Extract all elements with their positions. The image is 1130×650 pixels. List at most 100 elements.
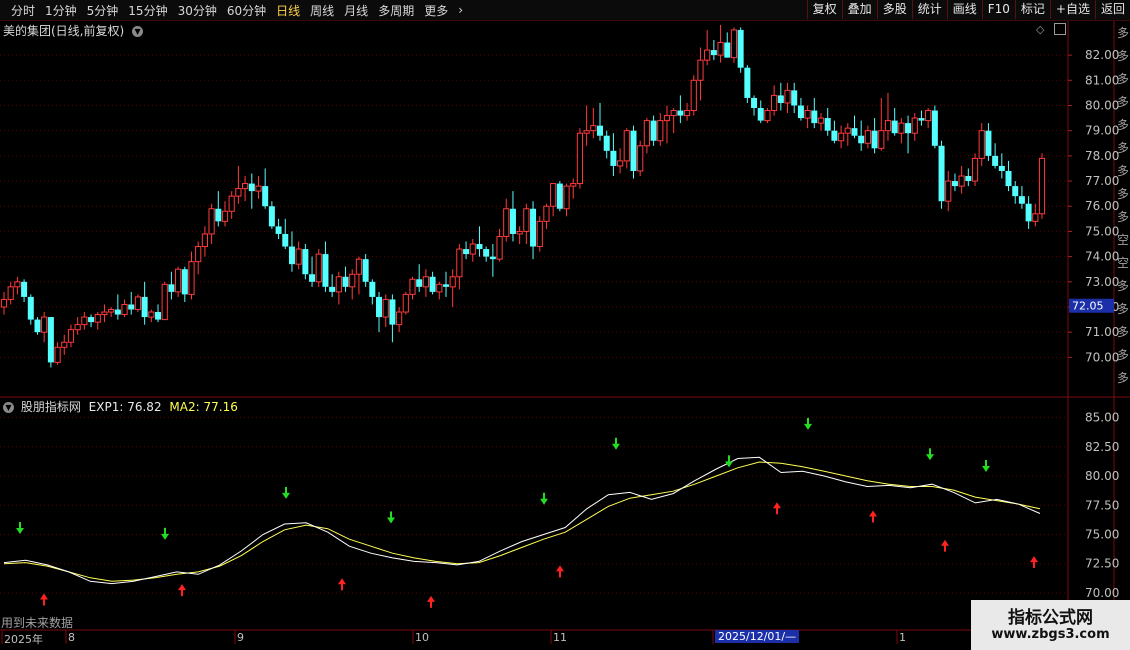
candle [878,97,885,151]
candle [188,251,195,300]
price-tick-label: 73.00 [1085,275,1119,289]
candle [61,334,68,355]
candle [369,279,376,305]
candle [483,246,490,262]
period-tab-4[interactable]: 30分钟 [173,2,222,19]
chart-canvas: 82.00 81.00 80.00 79.00 78.00 77.00 76.00 75.00… [0,20,1130,644]
candle [476,226,483,257]
sell-arrow-icon [926,448,934,461]
candle [181,266,188,302]
toolbar-button-2[interactable]: 多股 [876,0,912,19]
site-watermark: 指标公式网 www.zbgs3.com [971,600,1130,650]
candle [617,148,624,174]
sell-arrow-icon [725,455,733,468]
side-signal-column: 多多多多多多多多多空空多多多多多多多多多 [1117,26,1130,385]
candle [262,168,269,209]
candle [503,198,510,242]
period-tab-7[interactable]: 周线 [305,2,339,19]
price-tick-label: 78.00 [1085,149,1119,163]
price-tick-label: 82.00 [1085,48,1119,62]
price-tick-label: 77.00 [1085,174,1119,188]
candle [677,95,684,124]
candle [355,256,363,295]
sell-arrow-icon [540,492,548,505]
toolbar-button-4[interactable]: 画线 [946,0,982,19]
indicator-tick-label: 77.50 [1085,498,1119,512]
candle [1032,203,1039,227]
candle [376,291,383,333]
candle [47,317,54,368]
toolbar-button-8[interactable]: 返回 [1094,0,1130,19]
candle [603,130,610,159]
candle [576,128,584,189]
sell-arrow-icon [982,460,990,473]
candle [663,105,671,144]
toolbar-button-5[interactable]: F10 [981,0,1015,19]
candle [556,181,563,212]
chevron-right-icon[interactable]: › [453,3,468,17]
period-tab-1[interactable]: 1分钟 [40,2,82,19]
candle [971,153,979,187]
period-tab-10[interactable]: 更多 [419,2,453,19]
sell-arrow-icon [16,521,24,534]
candle [114,294,121,320]
candle [161,281,168,321]
price-tick-label: 75.00 [1085,224,1119,238]
period-tab-8[interactable]: 月线 [339,2,373,19]
candle [563,183,570,217]
candle [141,281,148,325]
watermark-title: 指标公式网 [1008,608,1093,628]
candle [228,191,235,219]
candle [27,294,34,325]
candle [101,304,108,323]
candle [744,65,751,103]
candle [241,176,249,202]
candle [215,191,222,227]
stock-title[interactable]: 美的集团(日线,前复权) ▼ [3,22,146,39]
candle [583,105,590,146]
candle [717,24,724,63]
toolbar-button-1[interactable]: 叠加 [841,0,877,19]
toolbar-button-0[interactable]: 复权 [806,0,842,19]
candle [282,218,289,250]
period-tab-5[interactable]: 60分钟 [222,2,271,19]
sell-arrow-icon [804,417,812,430]
candle [128,291,135,315]
diamond-icon[interactable]: ◇ [1036,23,1044,36]
candle [643,118,650,154]
candle [175,266,182,297]
candle [623,128,630,169]
candle [349,269,356,300]
toolbar-button-3[interactable]: 统计 [911,0,947,19]
candle [637,140,644,177]
period-tab-0[interactable]: 分时 [6,2,40,19]
candle [335,271,342,305]
chevron-down-icon[interactable]: ▼ [3,402,14,413]
sell-arrow-icon [282,486,290,499]
ma2-label: MA2: [169,400,200,414]
toolbar-button-6[interactable]: 标记 [1014,0,1050,19]
period-tab-3[interactable]: 15分钟 [123,2,172,19]
chevron-down-icon[interactable]: ▼ [132,26,144,37]
period-tab-2[interactable]: 5分钟 [82,2,124,19]
sell-arrow-icon [612,437,620,450]
toolbar-button-7[interactable]: +自选 [1049,0,1095,19]
window-toggle-icon[interactable] [1054,23,1066,35]
candle [530,201,537,260]
candle [268,201,275,229]
watermark-url: www.zbgs3.com [991,627,1110,642]
period-tab-9[interactable]: 多周期 [373,2,419,19]
period-tab-6[interactable]: 日线 [271,2,305,19]
price-tick-label: 70.00 [1085,350,1119,364]
candle [871,118,878,154]
candle [690,75,697,116]
candle [650,115,657,146]
candle [302,244,309,280]
candle [496,228,503,262]
candle [201,226,209,257]
future-data-note: 用到未来数据 [1,616,74,630]
buy-arrow-icon [338,578,346,591]
buy-arrow-icon [178,584,186,597]
candle [965,168,972,187]
candle [81,312,88,330]
